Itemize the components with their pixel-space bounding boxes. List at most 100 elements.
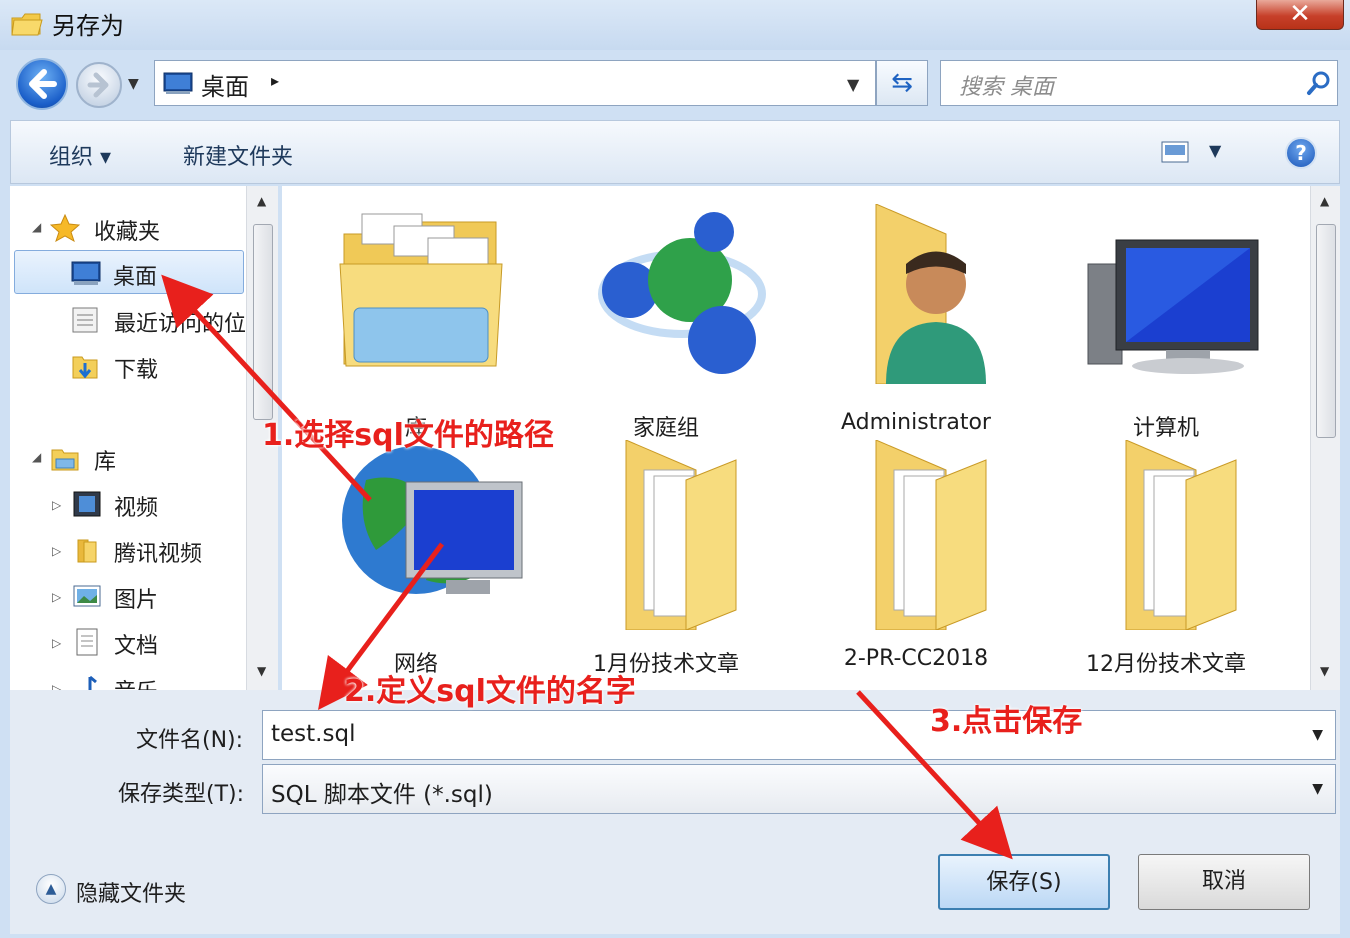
file-item[interactable]: 1月份技术文章 xyxy=(546,440,786,677)
view-options-dropdown[interactable]: ▼ xyxy=(1209,141,1221,160)
back-arrow-icon xyxy=(29,69,57,99)
folder-icon xyxy=(875,440,987,630)
recent-pages-dropdown[interactable]: ▼ xyxy=(128,76,139,92)
homegroup-icon xyxy=(598,212,766,374)
close-button[interactable]: ✕ xyxy=(1256,0,1344,30)
content-scroll-thumb[interactable] xyxy=(1316,224,1336,438)
nav-music-label: 音乐 xyxy=(114,674,158,690)
computer-icon xyxy=(1087,239,1259,374)
annotation-step3: 3.点击保存 xyxy=(930,704,1083,739)
scroll-up-icon[interactable]: ▲ xyxy=(1320,194,1329,208)
help-icon[interactable]: ? xyxy=(1285,137,1317,169)
expand-videos-icon[interactable]: ▷ xyxy=(52,498,61,512)
folder-icon xyxy=(77,539,97,563)
nav-videos-label: 视频 xyxy=(114,496,159,521)
refresh-button[interactable]: ⇆ xyxy=(876,60,928,106)
hide-folders-toggle[interactable]: 隐藏文件夹 xyxy=(76,876,186,908)
network-icon xyxy=(342,446,523,594)
nav-music[interactable]: 音乐 xyxy=(72,668,252,690)
breadcrumb-arrow-icon[interactable]: ▸ xyxy=(271,71,279,90)
nav-recent[interactable]: 最近访问的位置 xyxy=(70,300,268,340)
nav-tencent-video-label: 腾讯视频 xyxy=(114,542,203,567)
navigation-pane[interactable]: ◢ 收藏夹 桌面 最近访问的位置 下载 ◢ 库 ▷ 视频 ▷ 腾讯视频 ▷ 图片… xyxy=(10,186,278,690)
folder-icon xyxy=(11,13,43,36)
search-input[interactable]: 搜索 桌面 xyxy=(940,60,1338,106)
file-item[interactable]: 计算机 xyxy=(1046,204,1286,441)
pictures-library-icon xyxy=(73,585,101,607)
address-bar[interactable]: 桌面 ▸ ▼ xyxy=(154,60,876,106)
nav-libraries-label: 库 xyxy=(94,450,117,475)
desktop-icon xyxy=(71,261,101,285)
file-item[interactable]: 家庭组 xyxy=(546,204,786,441)
address-location[interactable]: 桌面 xyxy=(201,67,249,102)
expand-libraries-icon[interactable]: ◢ xyxy=(32,450,41,464)
nav-pictures[interactable]: 图片 xyxy=(72,576,252,616)
scroll-down-icon[interactable]: ▼ xyxy=(1320,664,1329,678)
file-item-label: 2-PR-CC2018 xyxy=(843,646,989,671)
expand-pictures-icon[interactable]: ▷ xyxy=(52,590,61,604)
file-item-label: 12月份技术文章 xyxy=(1086,652,1246,677)
filetype-dropdown-icon[interactable]: ▼ xyxy=(1312,781,1323,797)
desktop-icon xyxy=(163,72,193,94)
organize-menu[interactable]: 组织 ▾ xyxy=(49,139,111,171)
nav-documents-label: 文档 xyxy=(114,634,159,659)
nav-recent-label: 最近访问的位置 xyxy=(114,312,269,337)
nav-favorites[interactable]: 收藏夹 xyxy=(50,208,250,248)
expand-tencent-icon[interactable]: ▷ xyxy=(52,544,61,558)
filename-label: 文件名(N): xyxy=(136,728,244,753)
file-item[interactable]: 网络 xyxy=(296,440,536,677)
command-toolbar: 组织 ▾ 新建文件夹 ▼ ? xyxy=(10,120,1340,184)
nav-documents[interactable]: 文档 xyxy=(72,622,252,662)
filetype-select[interactable]: SQL 脚本文件 (*.sql) ▼ xyxy=(262,764,1336,814)
file-item[interactable]: 12月份技术文章 xyxy=(1046,440,1286,677)
annotation-step1: 1.选择sql文件的路径 xyxy=(262,418,554,453)
filename-input[interactable]: test.sql ▼ xyxy=(262,710,1336,760)
back-button[interactable] xyxy=(16,58,68,110)
video-library-icon xyxy=(73,491,101,517)
scroll-down-icon[interactable]: ▼ xyxy=(257,664,266,678)
folder-icon xyxy=(625,440,737,630)
file-item[interactable]: Administrator xyxy=(796,204,1036,435)
content-scrollbar[interactable]: ▲ ▼ xyxy=(1310,186,1340,690)
expand-documents-icon[interactable]: ▷ xyxy=(52,636,61,650)
user-folder-icon xyxy=(875,204,986,384)
music-note-icon xyxy=(88,675,97,690)
collapse-folders-icon[interactable]: ▲ xyxy=(36,874,66,904)
filename-value[interactable]: test.sql xyxy=(271,721,355,747)
nav-videos[interactable]: 视频 xyxy=(72,484,252,524)
save-button[interactable]: 保存(S) xyxy=(938,854,1110,910)
documents-library-icon xyxy=(76,628,98,656)
library-folder-icon xyxy=(339,213,503,367)
file-item[interactable]: 库 xyxy=(296,204,536,441)
star-icon xyxy=(50,214,80,242)
nav-scroll-thumb[interactable] xyxy=(253,224,273,420)
forward-button[interactable] xyxy=(76,62,122,108)
nav-desktop[interactable]: 桌面 xyxy=(14,250,244,294)
annotation-step2: 2.定义sql文件的名字 xyxy=(344,674,636,709)
nav-desktop-label: 桌面 xyxy=(113,265,158,290)
forward-arrow-icon xyxy=(87,72,109,98)
recent-places-icon xyxy=(72,307,98,333)
filename-history-dropdown[interactable]: ▼ xyxy=(1312,727,1323,743)
expand-music-icon[interactable]: ▷ xyxy=(52,682,61,690)
view-options-icon[interactable] xyxy=(1161,141,1189,163)
search-placeholder: 搜索 桌面 xyxy=(959,75,1054,100)
nav-tencent-video[interactable]: 腾讯视频 xyxy=(72,530,272,570)
filetype-value[interactable]: SQL 脚本文件 (*.sql) xyxy=(271,775,493,809)
title-bar: 另存为 ✕ xyxy=(0,0,1350,50)
new-folder-button[interactable]: 新建文件夹 xyxy=(183,139,293,171)
nav-downloads[interactable]: 下载 xyxy=(70,346,250,386)
nav-libraries[interactable]: 库 xyxy=(50,438,230,478)
folder-icon xyxy=(1125,440,1237,630)
filetype-label: 保存类型(T): xyxy=(118,782,245,807)
file-item-label: Administrator xyxy=(841,410,991,435)
search-icon[interactable] xyxy=(1305,69,1333,97)
cancel-button[interactable]: 取消 xyxy=(1138,854,1310,910)
refresh-icon: ⇆ xyxy=(891,68,913,98)
scroll-up-icon[interactable]: ▲ xyxy=(257,194,266,208)
library-icon xyxy=(51,449,79,471)
file-item[interactable]: 2-PR-CC2018 xyxy=(796,440,1036,671)
file-item-label: 家庭组 xyxy=(632,416,699,441)
expand-favorites-icon[interactable]: ◢ xyxy=(32,220,41,234)
address-history-dropdown[interactable]: ▼ xyxy=(847,75,859,94)
